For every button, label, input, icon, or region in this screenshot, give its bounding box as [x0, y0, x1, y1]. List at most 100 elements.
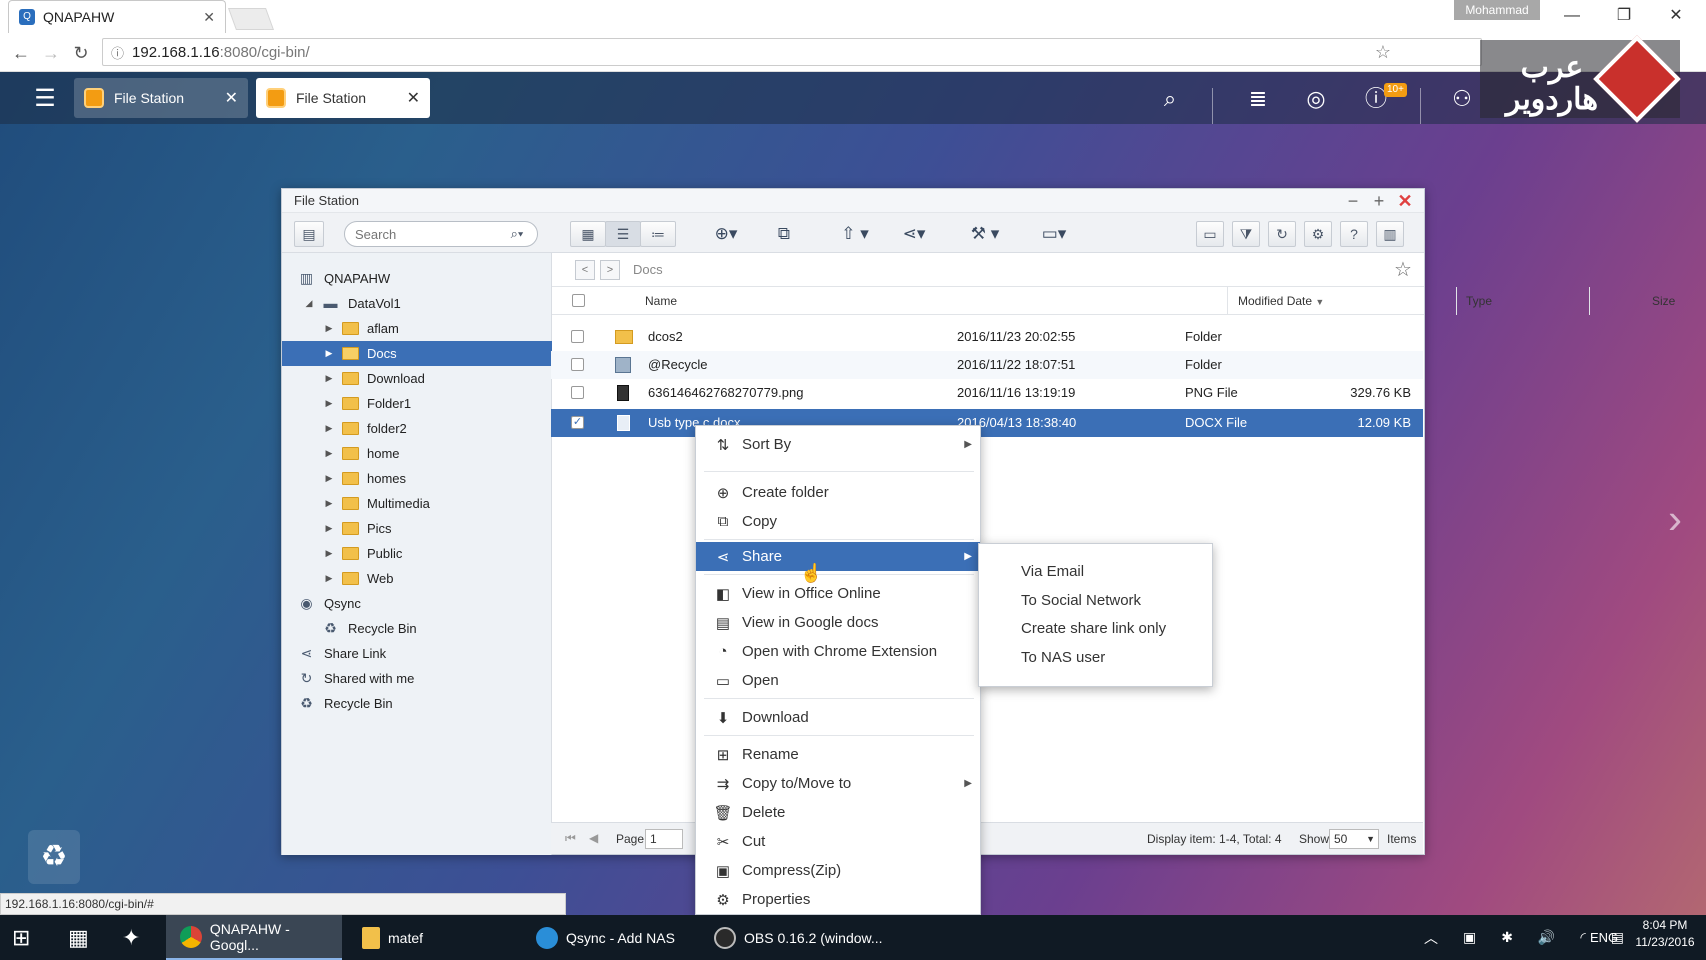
tree-item-folder[interactable]: ▶ home [282, 441, 552, 466]
minimize-icon[interactable]: − [1342, 191, 1364, 211]
tree-item-folder[interactable]: ▶ Web [282, 566, 552, 591]
table-row-selected[interactable]: ✓ Usb type c.docx 2016/04/13 18:38:40 DO… [551, 409, 1423, 437]
menu-item-copy[interactable]: ⧉ Copy [696, 507, 980, 536]
tree-item-folder[interactable]: ▶ folder2 [282, 416, 552, 441]
panel-icon[interactable]: ▥ [1376, 221, 1404, 247]
history-forward-icon[interactable]: > [600, 260, 620, 280]
column-modified-date[interactable]: Modified Date ▼ [1238, 287, 1324, 315]
expand-arrow-icon[interactable]: ▶ [322, 498, 336, 509]
tree-item-folder[interactable]: ▶ Public [282, 541, 552, 566]
tree-item-folder[interactable]: ▶ aflam [282, 316, 552, 341]
row-checkbox[interactable] [571, 330, 584, 343]
menu-item-delete[interactable]: 🗑 Delete [696, 798, 980, 827]
maximize-icon[interactable]: + [1368, 191, 1390, 211]
bookmark-star-icon[interactable]: ☆ [1375, 42, 1391, 63]
forward-icon[interactable]: → [36, 38, 66, 68]
menu-item-open-chrome-extension[interactable]: ◔ Open with Chrome Extension [696, 637, 980, 666]
expand-arrow-icon[interactable]: ▶ [322, 448, 336, 459]
expand-arrow-icon[interactable]: ▶ [322, 323, 336, 334]
submenu-item-share-link[interactable]: Create share link only [1021, 620, 1166, 637]
select-all-checkbox[interactable] [572, 294, 585, 307]
filter-icon[interactable]: ⧩ [1232, 221, 1260, 247]
tree-item-shared-with-me[interactable]: ↻ Shared with me [282, 666, 552, 691]
tree-item-share-link[interactable]: ⋖ Share Link [282, 641, 552, 666]
restore-icon[interactable]: ❐ [1602, 4, 1646, 28]
menu-item-sort-by[interactable]: ⇅ Sort By ▶ [696, 430, 980, 459]
menu-item-view-office-online[interactable]: ◧ View in Office Online [696, 579, 980, 608]
history-back-icon[interactable]: < [575, 260, 595, 280]
row-checkbox[interactable] [571, 386, 584, 399]
main-menu-icon[interactable]: ☰ [30, 84, 60, 114]
info-icon[interactable]: ⓘ [111, 43, 124, 62]
expand-arrow-icon[interactable]: ▶ [322, 423, 336, 434]
user-icon[interactable]: ⚇ [1444, 82, 1480, 116]
tree-item-folder[interactable]: ▶ Download [282, 366, 552, 391]
table-row[interactable]: dcos2 2016/11/23 20:02:55 Folder [551, 323, 1423, 351]
submenu-item-social-network[interactable]: To Social Network [1021, 592, 1141, 609]
column-size[interactable]: Size [1652, 287, 1675, 315]
calculator-icon[interactable]: ▦ [68, 915, 108, 960]
submenu-item-via-email[interactable]: Via Email [1021, 563, 1084, 580]
expand-arrow-icon[interactable]: ▶ [322, 573, 336, 584]
url-input[interactable]: ⓘ 192.168.1.16 :8080/cgi-bin/ ☆ [102, 38, 1482, 66]
app-tab-file-station-1[interactable]: File Station ✕ [74, 78, 248, 118]
close-window-icon[interactable]: ✕ [1654, 4, 1698, 28]
column-name[interactable]: Name [645, 287, 677, 315]
close-icon[interactable]: ✕ [407, 88, 420, 108]
thumbnail-view-icon[interactable]: ▦ [570, 221, 606, 247]
expand-arrow-icon[interactable]: ▶ [322, 398, 336, 409]
expand-arrow-icon[interactable]: ▶ [322, 473, 336, 484]
settings-icon[interactable]: ⚙ [1304, 221, 1332, 247]
start-windows-icon[interactable]: ⊞ [12, 915, 52, 960]
tree-item-recycle-bin[interactable]: ♻ Recycle Bin [282, 691, 552, 716]
expand-arrow-icon[interactable]: ▶ [322, 523, 336, 534]
expand-arrow-icon[interactable]: ▶ [322, 373, 336, 384]
submenu-item-nas-user[interactable]: To NAS user [1021, 649, 1105, 666]
clock[interactable]: 8:04 PM 11/23/2016 [1630, 918, 1700, 949]
network-icon[interactable]: ▣ [1463, 929, 1476, 946]
browser-tab[interactable]: Q QNAPAHW ✕ [8, 0, 226, 33]
tree-item-qsync[interactable]: ◉ Qsync [282, 591, 552, 616]
close-icon[interactable]: ✕ [225, 88, 238, 108]
new-tab-button[interactable] [227, 8, 275, 30]
breadcrumb-path[interactable]: Docs [633, 253, 663, 287]
menu-item-properties[interactable]: ⚙ Properties [696, 885, 980, 914]
remote-mount-icon[interactable]: ▭▾ [1034, 221, 1074, 247]
menu-item-copy-move-to[interactable]: ⇉ Copy to/Move to ▶ [696, 769, 980, 798]
tree-item-nas[interactable]: ▥ QNAPAHW [282, 266, 552, 291]
tree-item-folder[interactable]: ▶ Multimedia [282, 491, 552, 516]
taskbar-item-chrome[interactable]: QNAPAHW - Googl... [166, 915, 342, 960]
close-icon[interactable]: ✕ [1394, 191, 1416, 211]
tree-item-folder[interactable]: ▶ homes [282, 466, 552, 491]
reload-icon[interactable]: ↻ [66, 38, 96, 68]
tree-item-datavol1[interactable]: ◢ ▬ DataVol1 [282, 291, 552, 316]
wifi-icon[interactable]: ◜ [1580, 929, 1585, 946]
menu-item-rename[interactable]: ⊞ Rename [696, 740, 980, 769]
page-input[interactable]: 1 [645, 829, 683, 849]
taskbar-item-explorer[interactable]: matef [356, 915, 526, 960]
next-desktop-icon[interactable]: › [1668, 495, 1682, 543]
search-options-icon[interactable]: ⌕▾ [502, 223, 532, 245]
menu-item-open[interactable]: ▭ Open [696, 666, 980, 695]
page-size-select[interactable]: 50 ▼ [1329, 829, 1379, 849]
refresh-icon[interactable]: ↻ [1268, 221, 1296, 247]
expand-arrow-icon[interactable]: ▶ [322, 348, 336, 359]
tools-icon[interactable]: ⚒ ▾ [962, 221, 1008, 247]
collapse-arrow-icon[interactable]: ◢ [302, 298, 316, 309]
minimize-icon[interactable]: — [1550, 4, 1594, 28]
volume-icon[interactable]: 🔊 [1538, 929, 1555, 946]
app-tab-file-station-2[interactable]: File Station ✕ [256, 78, 430, 118]
profile-button[interactable]: Mohammad [1454, 0, 1540, 20]
tree-item-folder[interactable]: ▶ Folder1 [282, 391, 552, 416]
background-tasks-icon[interactable]: ≣ [1240, 82, 1276, 116]
expand-arrow-icon[interactable]: ▶ [322, 548, 336, 559]
input-language[interactable]: ENG [1590, 915, 1630, 960]
table-row[interactable]: @Recycle 2016/11/22 18:07:51 Folder [551, 351, 1423, 379]
chevron-up-icon[interactable]: ︿ [1424, 928, 1438, 948]
tree-item-qsync-recycle[interactable]: ♻ Recycle Bin [282, 616, 552, 641]
search-icon[interactable]: ⌕ [1152, 82, 1188, 116]
back-icon[interactable]: ← [6, 38, 36, 68]
bluetooth-icon[interactable]: ✱ [1501, 929, 1513, 946]
row-checkbox[interactable] [571, 358, 584, 371]
share-icon[interactable]: ⋖▾ [894, 221, 934, 247]
